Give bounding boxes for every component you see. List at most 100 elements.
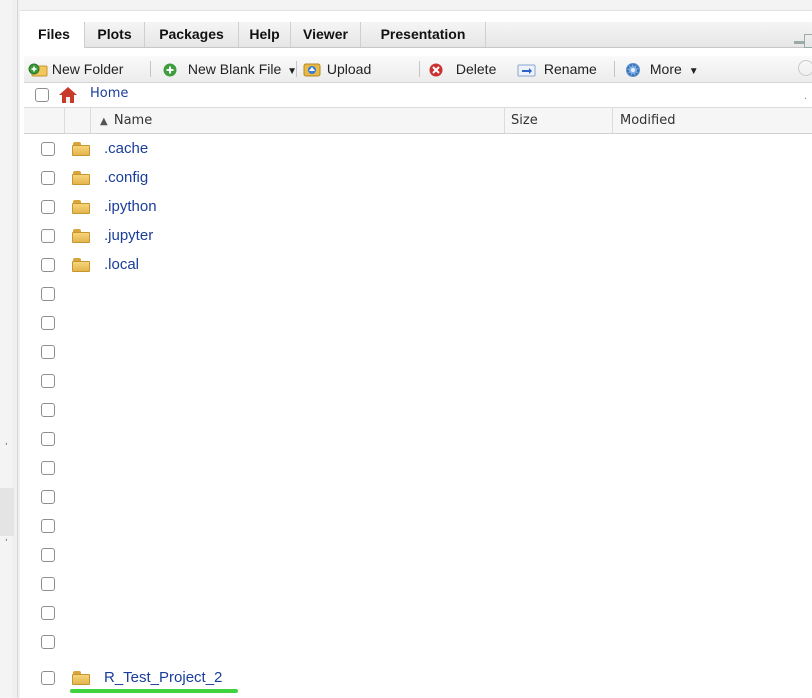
file-name-link[interactable]: .config xyxy=(104,163,148,192)
empty-row[interactable] xyxy=(24,540,812,569)
breadcrumb: Home xyxy=(24,83,812,108)
new-blank-file-label: New Blank File xyxy=(187,61,282,77)
file-name-link[interactable]: .local xyxy=(104,250,139,279)
folder-icon xyxy=(72,200,90,214)
column-separator xyxy=(90,108,91,133)
row-checkbox[interactable] xyxy=(41,374,55,388)
breadcrumb-home[interactable]: Home xyxy=(90,83,128,105)
toolbar-separator xyxy=(296,61,297,77)
empty-row[interactable] xyxy=(24,395,812,424)
left-pane-background xyxy=(0,0,12,698)
column-name[interactable]: ▲ Name xyxy=(100,108,152,133)
file-row-highlighted[interactable]: R_Test_Project_2 xyxy=(24,663,812,692)
upload-label: Upload xyxy=(326,61,372,77)
column-modified[interactable]: Modified xyxy=(620,108,675,133)
file-name-link[interactable]: .cache xyxy=(104,134,148,163)
tab-bar: Files Plots Packages Help Viewer Present… xyxy=(24,22,812,48)
new-folder-icon xyxy=(28,63,48,77)
delete-label: Delete xyxy=(455,61,497,77)
row-checkbox[interactable] xyxy=(41,200,55,214)
file-name-link[interactable]: .jupyter xyxy=(104,221,153,250)
file-row[interactable]: .ipython xyxy=(24,192,812,221)
tab-plots[interactable]: Plots xyxy=(85,22,145,47)
empty-row[interactable] xyxy=(24,453,812,482)
column-name-label: Name xyxy=(113,113,153,128)
minimize-maximize-icon[interactable] xyxy=(794,34,812,48)
empty-row[interactable] xyxy=(24,598,812,627)
empty-row[interactable] xyxy=(24,627,812,656)
tab-packages[interactable]: Packages xyxy=(145,22,239,47)
folder-icon xyxy=(72,142,90,156)
files-toolbar: New Folder New Blank File ▼ Upload Delet… xyxy=(24,56,812,83)
row-checkbox[interactable] xyxy=(41,258,55,272)
tab-presentation[interactable]: Presentation xyxy=(361,22,486,47)
row-checkbox[interactable] xyxy=(41,606,55,620)
select-all-checkbox[interactable] xyxy=(35,88,49,102)
folder-icon xyxy=(72,171,90,185)
empty-row[interactable] xyxy=(24,482,812,511)
column-separator xyxy=(64,108,65,133)
new-folder-button[interactable]: New Folder xyxy=(28,58,123,80)
tab-viewer[interactable]: Viewer xyxy=(291,22,361,47)
empty-row[interactable] xyxy=(24,366,812,395)
tab-help[interactable]: Help xyxy=(239,22,291,47)
upload-button[interactable]: Upload xyxy=(303,58,371,80)
row-checkbox[interactable] xyxy=(41,142,55,156)
delete-icon xyxy=(429,63,443,77)
rename-icon xyxy=(517,64,536,77)
file-row[interactable]: .jupyter xyxy=(24,221,812,250)
empty-row[interactable] xyxy=(24,511,812,540)
row-checkbox[interactable] xyxy=(41,403,55,417)
add-circle-icon xyxy=(163,63,177,77)
row-checkbox[interactable] xyxy=(41,316,55,330)
more-label: More xyxy=(649,61,682,77)
row-checkbox[interactable] xyxy=(41,461,55,475)
toolbar-separator xyxy=(150,61,151,77)
row-checkbox[interactable] xyxy=(41,519,55,533)
file-name-link[interactable]: R_Test_Project_2 xyxy=(104,663,222,692)
pane-divider[interactable] xyxy=(17,0,18,698)
empty-row[interactable] xyxy=(24,308,812,337)
row-checkbox[interactable] xyxy=(41,490,55,504)
pane-top-border xyxy=(20,0,812,11)
left-pane-fragment: , , xyxy=(5,437,8,543)
file-row[interactable]: .cache xyxy=(24,134,812,163)
file-row[interactable]: .local xyxy=(24,250,812,279)
sort-ascending-icon: ▲ xyxy=(100,116,108,127)
row-checkbox[interactable] xyxy=(41,229,55,243)
row-checkbox[interactable] xyxy=(41,171,55,185)
row-checkbox[interactable] xyxy=(41,577,55,591)
toolbar-separator xyxy=(419,61,420,77)
column-separator xyxy=(612,108,613,133)
column-separator xyxy=(504,108,505,133)
row-checkbox[interactable] xyxy=(41,287,55,301)
new-blank-file-button[interactable]: New Blank File ▼ xyxy=(162,58,297,80)
row-checkbox[interactable] xyxy=(41,635,55,649)
home-icon[interactable] xyxy=(58,86,78,104)
highlight-underline xyxy=(70,689,238,693)
delete-button[interactable]: Delete xyxy=(428,58,496,80)
empty-row[interactable] xyxy=(24,279,812,308)
new-folder-label: New Folder xyxy=(51,61,124,77)
empty-row[interactable] xyxy=(24,424,812,453)
folder-icon xyxy=(72,671,90,685)
row-checkbox[interactable] xyxy=(41,345,55,359)
row-checkbox[interactable] xyxy=(41,432,55,446)
left-pane-edge: , , xyxy=(0,0,20,698)
file-name-link[interactable]: .ipython xyxy=(104,192,157,221)
tab-files[interactable]: Files xyxy=(24,22,85,48)
row-checkbox[interactable] xyxy=(41,671,55,685)
more-button[interactable]: More ▼ xyxy=(624,58,699,80)
rename-button[interactable]: Rename xyxy=(517,58,597,80)
chevron-down-icon: ▼ xyxy=(688,66,699,77)
folder-icon xyxy=(72,258,90,272)
file-row[interactable]: .config xyxy=(24,163,812,192)
row-checkbox[interactable] xyxy=(41,548,55,562)
refresh-icon[interactable] xyxy=(798,60,812,76)
file-list-header: ▲ Name Size Modified xyxy=(24,108,812,134)
empty-row[interactable] xyxy=(24,569,812,598)
folder-icon xyxy=(72,229,90,243)
gear-icon xyxy=(626,63,640,78)
column-size[interactable]: Size xyxy=(511,108,538,133)
empty-row[interactable] xyxy=(24,337,812,366)
